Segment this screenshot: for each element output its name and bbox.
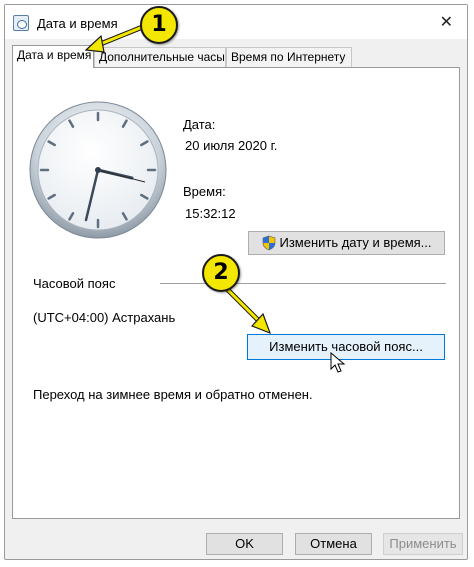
tab-internet-time[interactable]: Время по Интернету (226, 47, 352, 67)
mouse-cursor-icon (330, 352, 346, 373)
tab-date-time[interactable]: Дата и время (12, 45, 94, 68)
step-2-marker: 2 (202, 254, 240, 292)
uac-shield-icon (263, 235, 276, 250)
time-value: 15:32:12 (185, 206, 236, 221)
app-clock-icon (13, 15, 29, 31)
date-value: 20 июля 2020 г. (185, 138, 278, 153)
time-label: Время: (183, 184, 226, 199)
cancel-button[interactable]: Отмена (295, 533, 372, 555)
timezone-divider (160, 283, 446, 284)
dst-note: Переход на зимнее время и обратно отмене… (33, 387, 313, 402)
apply-button[interactable]: Применить (383, 533, 463, 555)
step-1-marker: 1 (140, 6, 178, 44)
change-timezone-button[interactable]: Изменить часовой пояс... (247, 334, 445, 360)
tab-additional-clocks[interactable]: Дополнительные часы (94, 47, 226, 67)
title-bar: Дата и время ✕ (5, 5, 467, 39)
timezone-value: (UTC+04:00) Астрахань (33, 310, 176, 325)
analog-clock (29, 101, 167, 239)
change-date-time-label: Изменить дату и время... (279, 235, 432, 250)
close-icon[interactable]: ✕ (440, 12, 453, 31)
date-label: Дата: (183, 117, 216, 132)
ok-button[interactable]: OK (206, 533, 283, 555)
change-date-time-button[interactable]: Изменить дату и время... (248, 231, 445, 255)
timezone-label: Часовой пояс (33, 276, 116, 291)
window-title: Дата и время (37, 16, 118, 31)
